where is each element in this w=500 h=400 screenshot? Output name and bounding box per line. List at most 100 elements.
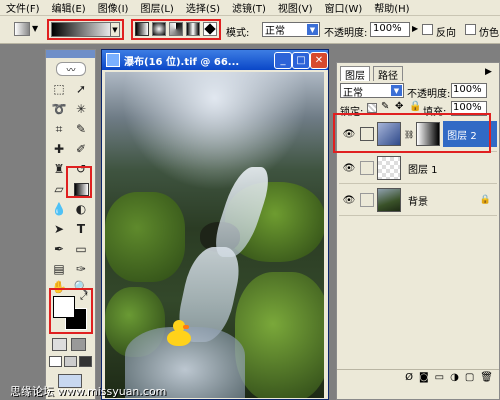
eyedropper-tool-icon[interactable]: ✑ [72, 260, 90, 278]
gradient-picker[interactable] [51, 22, 117, 37]
lock-move-icon[interactable]: ✥ [395, 101, 403, 112]
layer-opacity-value: 100% [453, 84, 482, 95]
menu-view[interactable]: 视图(V) [272, 0, 319, 15]
diamond-gradient-button[interactable] [203, 22, 217, 36]
layer-row-layer-2[interactable]: 👁 ⛓ 图层 2 [339, 117, 497, 152]
link-slot-icon[interactable] [360, 193, 374, 207]
menu-filter[interactable]: 滤镜(T) [226, 0, 272, 15]
crop-tool-icon[interactable]: ⌗ [50, 120, 68, 138]
tool-preset-icon[interactable] [14, 22, 30, 36]
visibility-eye-icon[interactable]: 👁 [342, 161, 356, 175]
tab-paths-label: 路径 [378, 70, 398, 82]
toolbox-title-bar [46, 50, 95, 58]
chain-link-icon[interactable]: ⛓ [404, 130, 414, 139]
document-title: 瀑布(16 位).tif @ 66... [124, 56, 240, 68]
chevron-down-icon: ▼ [391, 85, 402, 96]
quick-mask-mode-icon[interactable] [71, 338, 86, 351]
blur-tool-icon[interactable]: 💧 [50, 200, 68, 218]
tab-layers-label: 图层 [345, 70, 365, 82]
adjustment-layer-icon[interactable]: ◑ [450, 372, 459, 383]
close-button[interactable]: ✕ [310, 52, 328, 69]
reverse-checkbox[interactable] [422, 24, 433, 35]
lock-transparency-icon[interactable] [367, 103, 377, 113]
new-set-icon[interactable]: ▭ [435, 372, 444, 383]
palette-menu-icon[interactable]: ▶ [485, 67, 492, 77]
document-window: 瀑布(16 位).tif @ 66... _ □ ✕ [101, 49, 329, 400]
lock-paint-icon[interactable]: ✎ [381, 101, 389, 112]
menu-file[interactable]: 文件(F) [0, 0, 46, 15]
foreground-color-swatch[interactable] [53, 296, 75, 318]
tab-layers[interactable]: 图层 [340, 66, 370, 82]
move-tool-icon[interactable]: ➚ [72, 80, 90, 98]
menu-edit[interactable]: 编辑(E) [46, 0, 92, 15]
reflected-gradient-button[interactable] [186, 22, 200, 36]
menu-help[interactable]: 帮助(H) [368, 0, 415, 15]
screen-mode-3-icon[interactable] [79, 356, 92, 367]
clone-stamp-tool-icon[interactable]: ♜ [50, 160, 68, 178]
chevron-right-icon[interactable]: ▶ [412, 24, 418, 33]
fill-input[interactable]: 100% [451, 101, 487, 116]
marquee-tool-icon[interactable]: ⬚ [50, 80, 68, 98]
fill-value: 100% [453, 102, 482, 113]
shape-tool-icon[interactable]: ▭ [72, 240, 90, 258]
layer-1-name: 图层 1 [408, 164, 438, 176]
lock-all-icon[interactable]: 🔒 [409, 101, 421, 112]
healing-brush-tool-icon[interactable]: ✚ [50, 140, 68, 158]
chevron-down-icon[interactable]: ▼ [32, 24, 38, 33]
menu-window[interactable]: 窗口(W) [319, 0, 369, 15]
standard-mode-icon[interactable] [52, 338, 67, 351]
hand-tool-icon[interactable]: ✋ [50, 278, 68, 296]
layer-2-name-cell[interactable]: 图层 2 [443, 121, 497, 147]
layer-row-layer-1[interactable]: 👁 图层 1 [339, 153, 497, 184]
menu-image[interactable]: 图像(I) [92, 0, 135, 15]
image-canvas[interactable] [105, 72, 324, 398]
lasso-tool-icon[interactable]: ➰ [50, 100, 68, 118]
eraser-tool-icon[interactable]: ▱ [50, 180, 68, 198]
gradient-dropdown-icon[interactable]: ▼ [110, 22, 120, 37]
history-brush-tool-icon[interactable]: ↺ [72, 160, 90, 178]
magic-wand-tool-icon[interactable]: ✳ [72, 100, 90, 118]
add-mask-icon[interactable]: ◙ [419, 372, 429, 383]
delete-layer-icon[interactable]: 🗑 [480, 372, 493, 383]
blend-mode-select[interactable]: 正常 ▼ [340, 83, 404, 99]
rubber-duck [167, 330, 191, 346]
tab-paths[interactable]: 路径 [373, 66, 403, 82]
lock-label: 锁定: [340, 107, 364, 118]
layer-style-icon[interactable]: Ø [405, 372, 413, 383]
visibility-eye-icon[interactable]: 👁 [342, 193, 356, 207]
dither-checkbox[interactable] [465, 24, 476, 35]
opacity-label: 不透明度: [324, 28, 368, 39]
layer-opacity-input[interactable]: 100% [451, 83, 487, 98]
visibility-eye-icon[interactable]: 👁 [342, 127, 356, 141]
notes-tool-icon[interactable]: ▤ [50, 260, 68, 278]
screen-mode-1-icon[interactable] [49, 356, 62, 367]
type-tool-icon[interactable]: T [72, 220, 90, 238]
mode-select[interactable]: 正常 ▼ [262, 22, 320, 37]
dodge-tool-icon[interactable]: ◐ [72, 200, 90, 218]
layer-2-mask-thumbnail [416, 122, 441, 146]
layer-mask-link-icon[interactable] [360, 127, 374, 141]
gradient-tool-icon[interactable] [72, 180, 90, 198]
layer-row-background[interactable]: 👁 背景 🔒 [339, 185, 497, 216]
path-selection-tool-icon[interactable]: ➤ [50, 220, 68, 238]
linear-gradient-button[interactable] [135, 22, 149, 36]
new-layer-icon[interactable]: ▢ [465, 372, 474, 383]
brush-tool-icon[interactable]: ✐ [72, 140, 90, 158]
minimize-button[interactable]: _ [274, 52, 292, 69]
angle-gradient-button[interactable] [169, 22, 183, 36]
link-slot-icon[interactable] [360, 161, 374, 175]
screen-mode-2-icon[interactable] [64, 356, 77, 367]
pen-tool-icon[interactable]: ✒ [50, 240, 68, 258]
maximize-button[interactable]: □ [292, 52, 310, 69]
moss-rock [235, 272, 324, 398]
menu-select[interactable]: 选择(S) [180, 0, 226, 15]
layer-opacity-label: 不透明度: [407, 89, 451, 100]
slice-tool-icon[interactable]: ✎ [72, 120, 90, 138]
feather-logo-icon[interactable]: 〰 [56, 62, 86, 76]
swap-colors-icon[interactable]: ⤢ [80, 292, 87, 302]
opacity-input[interactable]: 100% [370, 22, 410, 37]
menu-layer[interactable]: 图层(L) [134, 0, 179, 15]
radial-gradient-button[interactable] [152, 22, 166, 36]
mode-value: 正常 [265, 26, 285, 37]
watermark: 思缘论坛 www.missyuan.com [10, 385, 167, 398]
